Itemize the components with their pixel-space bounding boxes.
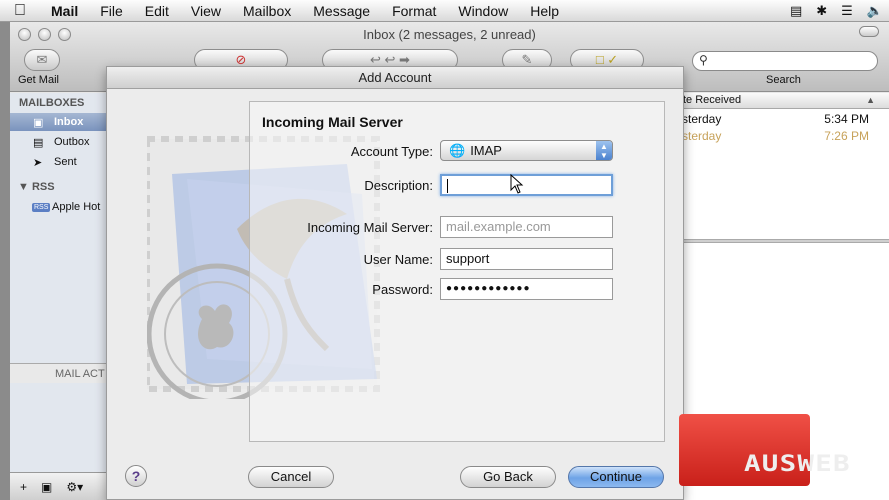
cancel-button[interactable]: Cancel bbox=[248, 466, 334, 488]
description-field[interactable] bbox=[440, 174, 613, 196]
menu-edit[interactable]: Edit bbox=[134, 0, 180, 22]
help-button[interactable]: ? bbox=[125, 465, 147, 487]
gear-icon[interactable]: ⚙▾ bbox=[66, 480, 83, 494]
message-date: sterday bbox=[682, 112, 722, 126]
inbox-tray-icon: ▣ bbox=[33, 116, 44, 129]
search-input[interactable]: ⚲ bbox=[692, 51, 878, 71]
globe-icon: 🌐 bbox=[449, 143, 466, 158]
paper-plane-icon: ➤ bbox=[33, 156, 43, 169]
sort-ascending-icon: ▲ bbox=[866, 95, 875, 105]
account-type-label: Account Type: bbox=[350, 144, 433, 159]
description-label: Description: bbox=[364, 178, 433, 193]
menu-help[interactable]: Help bbox=[519, 0, 570, 22]
sidebar-item-outbox[interactable]: ▤ Outbox bbox=[10, 133, 110, 151]
window-title: Inbox (2 messages, 2 unread) bbox=[363, 27, 536, 42]
incoming-server-panel: Incoming Mail Server Account Type: 🌐 IMAP… bbox=[249, 101, 665, 442]
outbox-tray-icon: ▤ bbox=[33, 136, 44, 149]
volume-icon[interactable]: 🔈 bbox=[867, 3, 883, 19]
menu-extras: ▤ ✱ ☰ 🔈 bbox=[790, 0, 883, 22]
rss-header[interactable]: ▼ RSS bbox=[18, 181, 55, 193]
show-activity-icon[interactable]: ▣ bbox=[41, 480, 52, 494]
envelope-icon: ✉ bbox=[36, 52, 48, 67]
menu-app[interactable]: Mail bbox=[40, 0, 89, 22]
add-account-sheet: Add Account Incoming Mail Server Account… bbox=[106, 66, 684, 500]
sidebar-item-label: Sent bbox=[54, 156, 77, 168]
message-date: sterday bbox=[682, 129, 722, 143]
sheet-title: Add Account bbox=[107, 67, 683, 89]
bluetooth-icon[interactable]: ✱ bbox=[816, 3, 827, 19]
wifi-icon[interactable]: ☰ bbox=[841, 3, 853, 19]
menu-mailbox[interactable]: Mailbox bbox=[232, 0, 302, 22]
search-label: Search bbox=[766, 74, 801, 86]
section-title: Incoming Mail Server bbox=[262, 114, 403, 130]
message-time: 7:26 PM bbox=[824, 129, 869, 143]
sidebar-item-label: Apple Hot bbox=[52, 201, 101, 213]
user-name-label: User Name: bbox=[363, 252, 433, 267]
go-back-button[interactable]: Go Back bbox=[460, 466, 556, 488]
sidebar-action-bar: + ▣ ⚙▾ bbox=[10, 472, 110, 500]
mailboxes-header: MAILBOXES bbox=[19, 97, 85, 109]
mailbox-sidebar: MAILBOXES ▣ Inbox ▤ Outbox ➤ Sent ▼ RSS … bbox=[10, 93, 110, 500]
toolbar-toggle-icon[interactable] bbox=[859, 26, 879, 37]
get-mail-label: Get Mail bbox=[18, 74, 59, 86]
menu-format[interactable]: Format bbox=[381, 0, 447, 22]
rss-header-label: RSS bbox=[31, 181, 55, 193]
menu-bar:  Mail File Edit View Mailbox Message Fo… bbox=[0, 0, 889, 22]
sidebar-item-label: Inbox bbox=[54, 116, 84, 128]
menu-view[interactable]: View bbox=[180, 0, 232, 22]
watermark-text: AUSWEB bbox=[744, 452, 851, 477]
menu-file[interactable]: File bbox=[89, 0, 134, 22]
column-header-date-received[interactable]: te Received ▲ bbox=[682, 93, 889, 109]
sidebar-item-apple-hot-news[interactable]: RSS Apple Hot bbox=[10, 198, 110, 216]
chevron-updown-icon: ▲ ▼ bbox=[596, 141, 612, 160]
sidebar-item-label: Outbox bbox=[54, 136, 90, 148]
preview-splitter[interactable] bbox=[682, 239, 889, 243]
column-header-label: te Received bbox=[683, 94, 742, 106]
account-type-select[interactable]: 🌐 IMAP ▲ ▼ bbox=[440, 140, 613, 161]
table-row[interactable]: sterday 7:26 PM bbox=[682, 128, 889, 145]
incoming-server-field[interactable]: mail.example.com bbox=[440, 216, 613, 238]
continue-button[interactable]: Continue bbox=[568, 466, 664, 488]
text-caret bbox=[447, 179, 448, 193]
mail-activity-header: MAIL ACT bbox=[10, 363, 110, 383]
password-field[interactable]: ●●●●●●●●●●●● bbox=[440, 278, 613, 300]
incoming-server-label: Incoming Mail Server: bbox=[307, 220, 433, 235]
menu-message[interactable]: Message bbox=[302, 0, 381, 22]
timemachine-icon[interactable]: ▤ bbox=[790, 3, 802, 19]
add-mailbox-icon[interactable]: + bbox=[20, 480, 27, 494]
get-mail-button[interactable]: ✉ bbox=[24, 49, 60, 71]
table-row[interactable]: sterday 5:34 PM bbox=[682, 111, 889, 128]
user-name-field[interactable]: support bbox=[440, 248, 613, 270]
mouse-pointer-icon bbox=[510, 174, 524, 194]
rss-badge-icon: RSS bbox=[32, 202, 51, 212]
password-label: Password: bbox=[372, 282, 433, 297]
sidebar-item-sent[interactable]: ➤ Sent bbox=[10, 153, 110, 171]
account-type-value: IMAP bbox=[470, 143, 502, 158]
menu-window[interactable]: Window bbox=[447, 0, 519, 22]
apple-menu-icon[interactable]:  bbox=[0, 2, 40, 20]
message-time: 5:34 PM bbox=[824, 112, 869, 126]
search-icon: ⚲ bbox=[699, 53, 708, 67]
sidebar-item-inbox[interactable]: ▣ Inbox bbox=[10, 113, 110, 131]
